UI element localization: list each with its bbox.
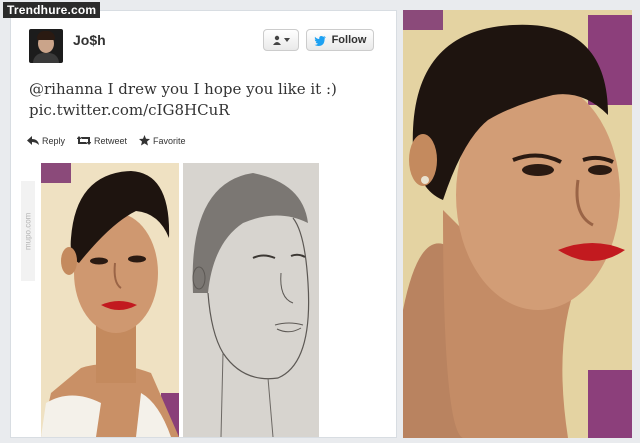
favorite-action[interactable]: Favorite — [139, 135, 186, 146]
username[interactable]: Jo$h — [73, 32, 106, 48]
tweet-actions: Reply Retweet Favorite — [27, 135, 186, 146]
follow-button[interactable]: Follow — [306, 29, 374, 51]
reply-icon — [27, 136, 39, 145]
twitter-bird-icon — [313, 35, 327, 46]
chevron-down-icon — [284, 37, 290, 43]
star-icon — [139, 135, 151, 146]
user-menu-button[interactable] — [263, 29, 299, 51]
sketch-drawing[interactable] — [183, 163, 319, 437]
original-photo[interactable] — [41, 163, 179, 437]
tweet-link[interactable]: pic.twitter.com/cIG8HCuR — [29, 100, 379, 121]
tweet-body: @rihanna I drew you I hope you like it :… — [29, 80, 337, 98]
tweet-card: Jo$h Follow @rihanna I drew you I hope y… — [10, 10, 397, 438]
watermark: Trendhure.com — [3, 2, 101, 18]
avatar[interactable] — [29, 29, 63, 63]
tweet-text: @rihanna I drew you I hope you like it :… — [29, 79, 379, 121]
edited-photo[interactable] — [403, 10, 632, 438]
side-watermark: mupo.com — [21, 181, 35, 281]
retweet-icon — [77, 136, 92, 145]
retweet-action[interactable]: Retweet — [77, 136, 127, 146]
reply-action[interactable]: Reply — [27, 136, 65, 146]
person-icon — [272, 35, 282, 45]
